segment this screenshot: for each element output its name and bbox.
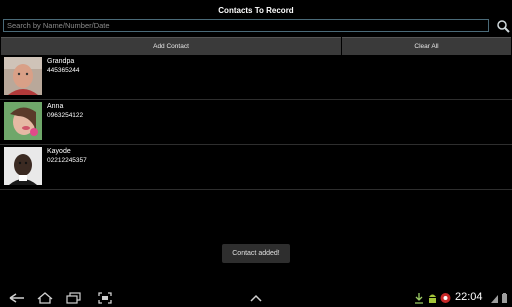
search-input[interactable] — [3, 19, 489, 32]
contact-number: 0963254122 — [47, 112, 84, 119]
up-chevron-icon[interactable] — [249, 292, 263, 304]
download-icon — [415, 293, 423, 304]
avatar — [4, 57, 42, 95]
avatar — [4, 102, 42, 140]
screenshot-icon[interactable] — [98, 292, 112, 304]
toast-message: Contact added! — [222, 244, 290, 263]
contact-row[interactable]: Grandpa 445365244 — [0, 55, 512, 100]
contact-number: 02212245357 — [47, 157, 87, 164]
contact-name: Kayode — [47, 148, 71, 155]
back-icon[interactable] — [8, 292, 26, 304]
contact-row[interactable]: Kayode 02212245357 — [0, 145, 512, 190]
android-icon — [429, 294, 436, 303]
contact-list: Grandpa 445365244 Anna 0963254122 Kayode… — [0, 55, 512, 190]
contact-name: Anna — [47, 103, 64, 110]
system-nav-bar: 22:04 — [0, 290, 512, 307]
clear-all-button[interactable]: Clear All — [342, 37, 511, 55]
avatar — [4, 147, 42, 185]
record-icon — [440, 293, 451, 303]
app-title: Contacts To Record — [218, 6, 294, 15]
contact-row[interactable]: Anna 0963254122 — [0, 100, 512, 145]
contact-number: 445365244 — [47, 67, 80, 74]
signal-icon — [491, 295, 498, 303]
contact-name: Grandpa — [47, 58, 75, 65]
search-icon[interactable] — [496, 19, 510, 33]
battery-icon — [502, 293, 507, 303]
search-bar — [0, 18, 512, 35]
clock: 22:04 — [455, 291, 483, 303]
add-contact-button[interactable]: Add Contact — [1, 37, 341, 55]
home-icon[interactable] — [36, 292, 54, 304]
recent-apps-icon[interactable] — [66, 292, 82, 304]
